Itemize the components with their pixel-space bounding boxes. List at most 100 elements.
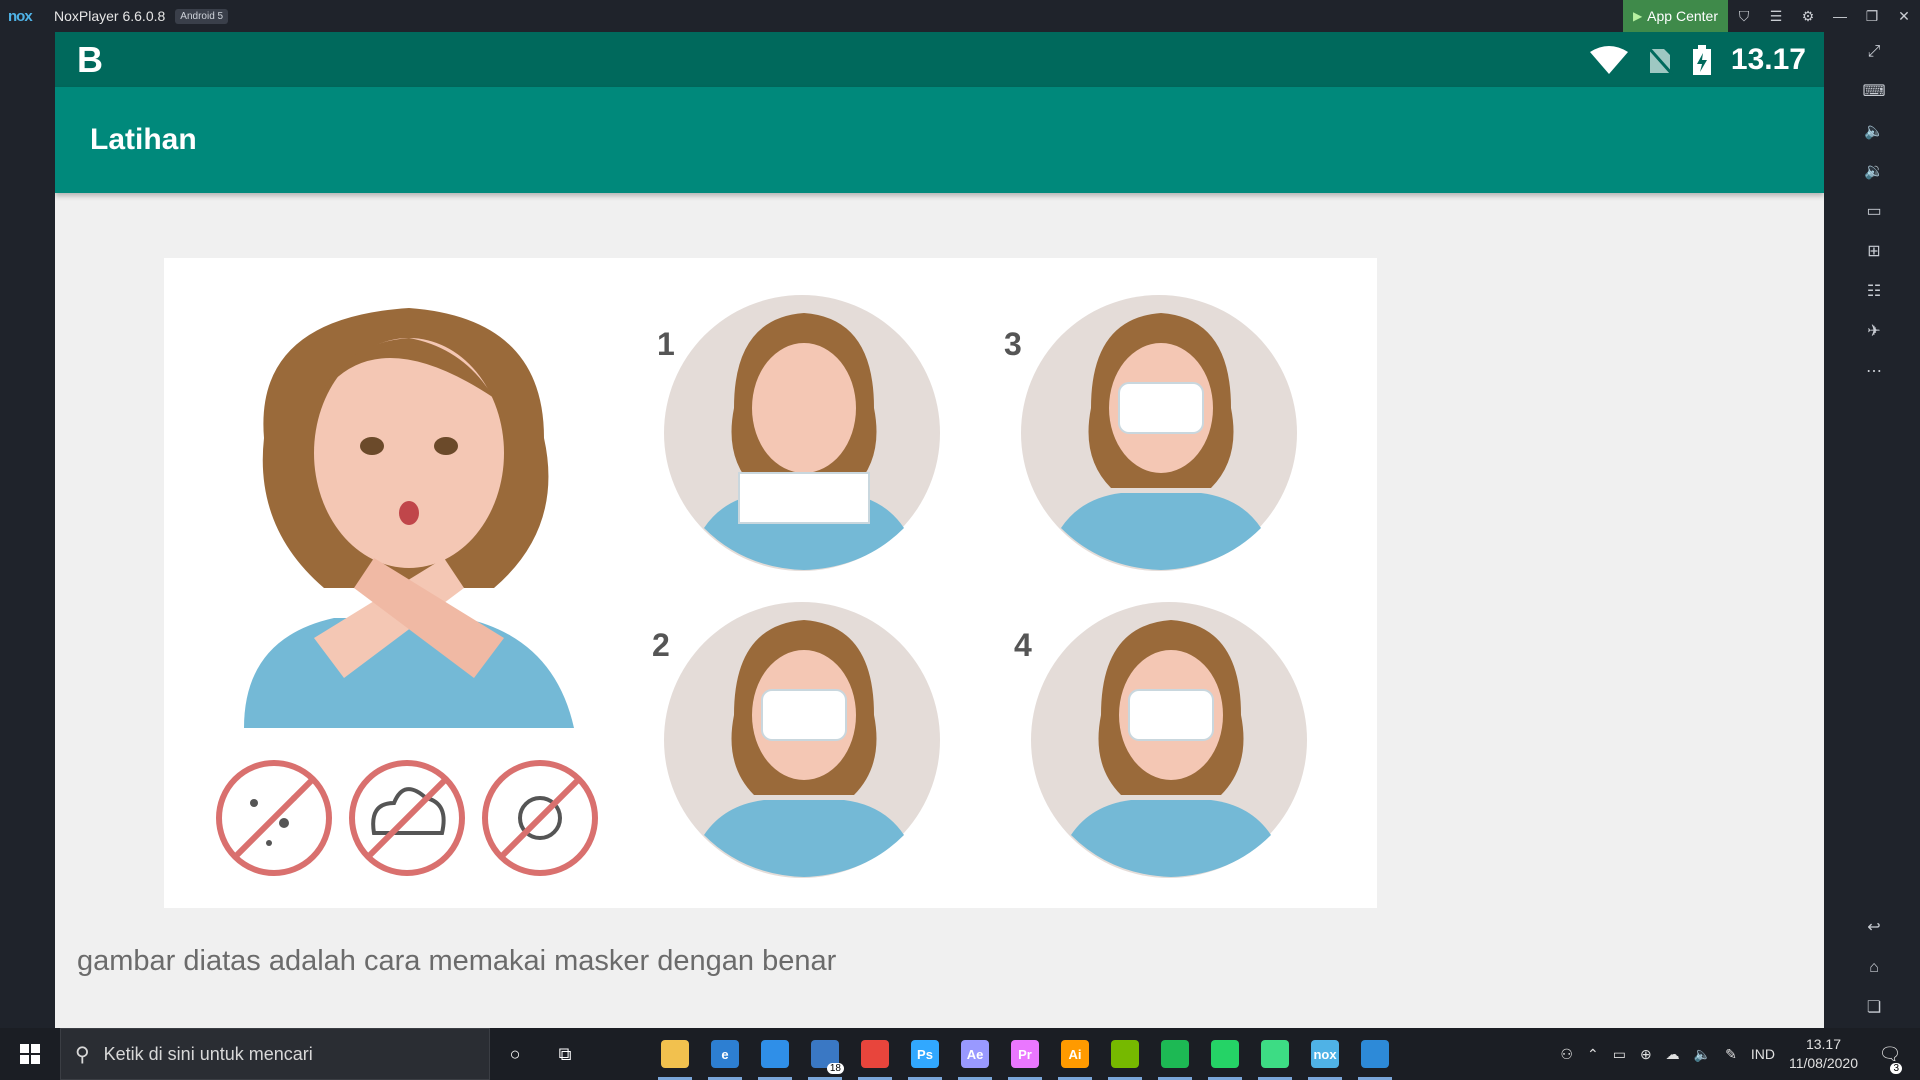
android-status-bar: B 13.17 [55, 32, 1824, 87]
taskbar-app-after-effects[interactable]: Ae [950, 1028, 1000, 1080]
wifi-icon [1589, 45, 1628, 74]
gear-icon[interactable]: ⚙ [1792, 8, 1824, 25]
task-view-button[interactable]: ⧉ [540, 1028, 590, 1080]
cloud-icon[interactable]: ☁ [1666, 1046, 1680, 1063]
step-1-circle [664, 295, 940, 571]
android-studio-icon [1261, 1040, 1289, 1068]
menu-icon[interactable]: ☰ [1760, 8, 1792, 25]
taskbar-app-edge[interactable]: e [700, 1028, 750, 1080]
taskbar-app-app-circle[interactable] [1100, 1028, 1150, 1080]
recents-icon[interactable]: ❏ [1860, 996, 1888, 1020]
taskbar-app-illustrator[interactable]: Ai [1050, 1028, 1100, 1080]
minimize-icon[interactable]: — [1824, 8, 1856, 24]
left-frame [0, 32, 55, 1028]
step-number-1: 1 [657, 326, 675, 362]
taskbar-app-android-studio[interactable] [1250, 1028, 1300, 1080]
back-icon[interactable]: ↩ [1860, 916, 1888, 940]
chevron-up-icon[interactable]: ⌃ [1587, 1046, 1599, 1063]
language-indicator[interactable]: IND [1751, 1046, 1775, 1062]
people-icon[interactable]: ⚇ [1560, 1046, 1573, 1063]
notification-count: 3 [1890, 1063, 1902, 1074]
content-area: 1 2 3 4 gambar diatas adalah cara memaka… [55, 193, 1824, 1028]
nox-logo: nox [8, 7, 33, 25]
taskbar-app-photoshop[interactable]: Ps [900, 1028, 950, 1080]
volume-down-icon[interactable]: 🔉 [1860, 160, 1888, 184]
edge-icon: e [711, 1040, 739, 1068]
add-apk-icon[interactable]: ⊞ [1860, 240, 1888, 264]
speaker-icon[interactable]: 🔈 [1694, 1046, 1711, 1063]
restore-icon[interactable]: ❐ [1856, 8, 1888, 25]
nox-icon: nox [1311, 1040, 1339, 1068]
taskbar-app-whatsapp[interactable] [1200, 1028, 1250, 1080]
globe-icon[interactable]: ⊕ [1640, 1046, 1652, 1063]
taskbar-app-mail[interactable]: 18 [800, 1028, 850, 1080]
taskbar-app-photos[interactable] [1350, 1028, 1400, 1080]
app-bar: Latihan [55, 87, 1824, 193]
keyboard-icon[interactable]: ⌨ [1860, 80, 1888, 104]
step-number-3: 3 [1004, 326, 1022, 362]
more-icon[interactable]: ⋯ [1860, 360, 1888, 384]
step-number-2: 2 [652, 627, 670, 663]
app-center-label: App Center [1647, 8, 1718, 24]
tshirt-icon[interactable]: ⛉ [1728, 8, 1760, 25]
battery-charging-icon [1692, 44, 1711, 75]
windows-logo-icon [20, 1044, 40, 1064]
chrome-icon [861, 1040, 889, 1068]
no-virus-icon [482, 760, 598, 876]
notification-icon: 🗨 [1878, 1043, 1902, 1064]
emulator-sidebar: ⤢ ⌨ 🔈 🔉 ▭ ⊞ ☷ ✈ ⋯ ↩ ⌂ ❏ [1824, 32, 1920, 1028]
multi-instance-icon[interactable]: ☷ [1860, 280, 1888, 304]
window-titlebar: nox NoxPlayer 6.6.0.8 Android 5 ▶ App Ce… [0, 0, 1920, 32]
step-2-circle [664, 602, 940, 878]
no-cloud-icon [349, 760, 465, 876]
android-screen: B 13.17 Latihan 1 2 3 4 gambar diatas ad… [55, 32, 1824, 1028]
woman-crossing-arms-figure [244, 308, 574, 728]
illustration-caption: gambar diatas adalah cara memakai masker… [77, 945, 837, 977]
illustration-svg: 1 2 3 4 [216, 295, 1307, 878]
no-sim-icon [1646, 45, 1673, 75]
taskbar-date: 11/08/2020 [1788, 1055, 1858, 1071]
app-center-button[interactable]: ▶ App Center [1622, 0, 1728, 32]
rocket-icon[interactable]: ✈ [1860, 320, 1888, 344]
taskbar-app-nox[interactable]: nox [1300, 1028, 1350, 1080]
task-view-icon: ⧉ [558, 1043, 572, 1064]
app-notification-logo: B [77, 38, 103, 80]
taskbar-search[interactable]: ⚲ Ketik di sini untuk mencari [60, 1028, 490, 1080]
taskbar-time: 13.17 [1805, 1036, 1841, 1052]
start-button[interactable] [0, 1044, 60, 1064]
mask-instructions-illustration: 1 2 3 4 [164, 258, 1377, 908]
taskbar-app-file-explorer[interactable] [650, 1028, 700, 1080]
premiere-icon: Pr [1011, 1040, 1039, 1068]
play-store-icon: ▶ [1632, 9, 1643, 23]
taskbar-app-premiere[interactable]: Pr [1000, 1028, 1050, 1080]
system-tray: ⚇ ⌃ ▭ ⊕ ☁ 🔈 ✎ IND 13.17 11/08/2020 🗨 3 [1560, 1028, 1920, 1080]
status-clock: 13.17 [1730, 42, 1806, 76]
close-icon[interactable]: ✕ [1888, 8, 1920, 25]
taskbar-clock[interactable]: 13.17 11/08/2020 [1789, 1035, 1858, 1073]
spotify-icon [1161, 1040, 1189, 1068]
photos-icon [1361, 1040, 1389, 1068]
notification-center-button[interactable]: 🗨 3 [1872, 1028, 1908, 1080]
fullscreen-icon[interactable]: ⤢ [1860, 40, 1888, 64]
battery-icon[interactable]: ▭ [1613, 1046, 1626, 1063]
android-version-badge: Android 5 [175, 8, 229, 24]
screen-icon[interactable]: ▭ [1860, 200, 1888, 224]
illustrator-icon: Ai [1061, 1040, 1089, 1068]
step-number-4: 4 [1014, 627, 1032, 663]
taskbar-app-spotify[interactable] [1150, 1028, 1200, 1080]
cortana-button[interactable]: ○ [490, 1028, 540, 1080]
step-4-circle [1031, 602, 1307, 878]
windows-taskbar: ⚲ Ketik di sini untuk mencari ○ ⧉ e 18 Ps A… [0, 1028, 1920, 1080]
taskbar-app-chrome[interactable] [850, 1028, 900, 1080]
home-icon[interactable]: ⌂ [1860, 956, 1888, 980]
no-dust-icon [216, 760, 332, 876]
search-placeholder: Ketik di sini untuk mencari [103, 1043, 313, 1064]
step-3-circle [1021, 295, 1297, 571]
search-icon: ⚲ [75, 1043, 90, 1066]
page-title: Latihan [90, 123, 197, 156]
taskbar-apps: e 18 Ps Ae Pr Ai nox [650, 1028, 1400, 1080]
pen-icon[interactable]: ✎ [1725, 1046, 1737, 1063]
file-explorer-icon [661, 1040, 689, 1068]
taskbar-app-vscode[interactable] [750, 1028, 800, 1080]
volume-up-icon[interactable]: 🔈 [1860, 120, 1888, 144]
